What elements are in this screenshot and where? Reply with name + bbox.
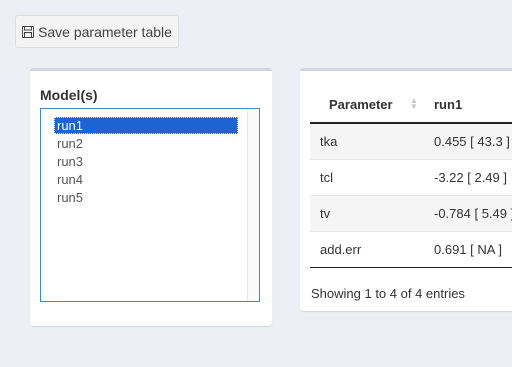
model-option-run5[interactable]: run5 [54, 189, 86, 206]
listbox-scrollbar[interactable] [247, 109, 259, 301]
column-header-parameter-label: Parameter [329, 97, 393, 112]
sort-arrows-icon: ▲ ▼ [410, 96, 418, 111]
table-cell-parameter: tv [310, 194, 424, 231]
model-option-run4[interactable]: run4 [54, 171, 86, 188]
model-option-run1[interactable]: run1 [54, 117, 238, 134]
parameter-table-panel: Parameter ▲ ▼ run1 tka 0.455 [ 43.3 ] tcl… [300, 68, 512, 311]
floppy-disk-icon [22, 25, 35, 38]
parameter-table: Parameter ▲ ▼ run1 tka 0.455 [ 43.3 ] tcl… [310, 87, 512, 268]
table-cell-parameter: tka [310, 122, 424, 159]
table-row: add.err 0.691 [ NA ] [310, 230, 512, 268]
table-cell-value: 0.455 [ 43.3 ] [424, 122, 512, 159]
models-panel: Model(s) run1 run2 run3 run4 run5 [30, 68, 272, 326]
table-cell-value: -3.22 [ 2.49 ] [424, 158, 512, 195]
table-row: tka 0.455 [ 43.3 ] [310, 122, 512, 159]
models-label: Model(s) [40, 87, 98, 103]
models-listbox[interactable]: run1 run2 run3 run4 run5 [40, 108, 260, 302]
table-cell-value: -0.784 [ 5.49 ] [424, 194, 512, 231]
save-parameter-table-button[interactable]: Save parameter table [15, 15, 179, 48]
table-info-text: Showing 1 to 4 of 4 entries [311, 286, 465, 301]
table-cell-value: 0.691 [ NA ] [424, 230, 512, 268]
model-option-run2[interactable]: run2 [54, 135, 86, 152]
table-cell-parameter: tcl [310, 158, 424, 195]
table-row: tv -0.784 [ 5.49 ] [310, 194, 512, 231]
table-cell-parameter: add.err [310, 230, 424, 268]
column-header-run1[interactable]: run1 [424, 87, 512, 124]
save-button-label: Save parameter table [38, 23, 172, 40]
model-option-run3[interactable]: run3 [54, 153, 86, 170]
column-header-parameter[interactable]: Parameter ▲ ▼ [310, 87, 424, 124]
table-row: tcl -3.22 [ 2.49 ] [310, 158, 512, 195]
